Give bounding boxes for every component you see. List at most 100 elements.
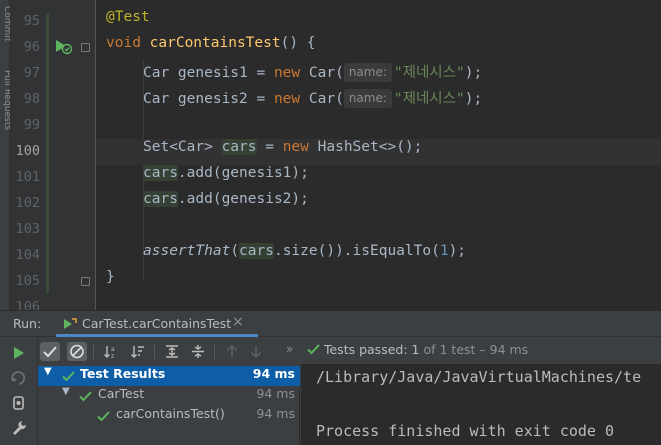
keyword-new: new [282, 139, 309, 155]
code-token: .add(genesis2); [177, 191, 309, 207]
run-tool-window: Run: CarTest.carContainsTest × a z » Tes… [0, 310, 661, 445]
keyword-new: new [273, 65, 301, 81]
line-number: 103 [15, 221, 40, 237]
run-config-tab[interactable]: CarTest.carContainsTest × [56, 311, 258, 337]
editor-gutter: 95 96 97 98 99 100 101 102 103 104 105 1… [10, 0, 96, 310]
test-results-tree[interactable]: ▼ Test Results 94 ms ▼ CarTest 94 ms car… [38, 364, 300, 445]
collapse-all-button[interactable] [188, 342, 208, 361]
variable-cars: cars [143, 191, 178, 207]
rerun-failed-icon[interactable] [10, 369, 28, 387]
line-number: 104 [15, 247, 40, 263]
tree-row-test-results[interactable]: ▼ Test Results 94 ms [38, 366, 300, 386]
test-annotation: @Test [106, 9, 150, 25]
more-toolbar-chevron-icon[interactable]: » [286, 342, 293, 356]
test-config-icon [64, 318, 77, 329]
tests-passed-label: Tests passed: [323, 342, 408, 357]
expand-all-button[interactable] [162, 342, 182, 361]
passed-check-icon [97, 411, 110, 422]
passed-check-icon [307, 344, 320, 355]
code-token: ); [464, 65, 483, 81]
svg-text:a: a [111, 346, 115, 353]
line-number: 106 [15, 299, 40, 310]
line-number: 95 [23, 13, 40, 29]
code-token: .size()).isEqualTo( [273, 243, 440, 259]
run-tab-label: CarTest.carContainsTest [82, 316, 232, 331]
code-token: Car genesis2 = [143, 91, 274, 107]
show-ignored-button[interactable] [67, 342, 87, 361]
code-token: Set<Car> [143, 139, 222, 155]
code-token: HashSet<>(); [308, 139, 423, 155]
tree-row-carcontainstest[interactable]: carContainsTest() 94 ms [38, 406, 300, 426]
close-icon[interactable]: × [232, 314, 244, 330]
closing-brace: } [106, 269, 115, 285]
method-name: carContainsTest [149, 35, 281, 51]
line-number: 96 [23, 39, 40, 55]
line-number: 97 [23, 65, 40, 81]
line-number: 105 [15, 273, 40, 289]
tests-passed-count: 1 [411, 342, 420, 357]
code-line-104: assertThat(cars.size()).isEqualTo(1); [143, 243, 661, 269]
tests-status: Tests passed: 1 of 1 test – 94 ms [307, 342, 528, 357]
code-line-105: } [106, 269, 661, 295]
code-token: () { [280, 35, 316, 51]
fold-marker-icon[interactable] [81, 277, 90, 286]
string-literal: "제네시스" [393, 91, 465, 107]
console-line: /Library/Java/JavaVirtualMachines/te [316, 368, 642, 386]
sort-by-duration-button[interactable] [128, 342, 148, 361]
sort-alphabetically-button[interactable]: az [101, 342, 121, 361]
variable-cars: cars [143, 165, 178, 181]
code-token: Car genesis1 = [143, 65, 274, 81]
keyword-void: void [106, 35, 141, 51]
console-line: Process finished with exit code 0 [316, 422, 615, 440]
code-token: .add(genesis1); [177, 165, 309, 181]
console-output[interactable]: /Library/Java/JavaVirtualMachines/te Pro… [301, 364, 661, 445]
run-test-gutter-icon[interactable] [54, 37, 74, 59]
tree-row-label: Test Results [80, 366, 166, 381]
assert-call: assertThat [143, 243, 231, 259]
tree-row-time: 94 ms [256, 406, 295, 421]
code-token: = [256, 139, 283, 155]
passed-check-icon [62, 371, 75, 382]
code-line-97: Car genesis1 = new Car(name: "제네시스"); [143, 61, 661, 87]
tree-row-label: carContainsTest() [116, 406, 225, 421]
previous-test-button[interactable] [222, 342, 242, 361]
variable-cars: cars [221, 139, 257, 155]
line-number: 99 [23, 117, 40, 133]
code-line-98: Car genesis2 = new Car(name: "제네시스"); [143, 87, 661, 113]
line-number: 100 [15, 143, 40, 159]
code-token: ( [230, 243, 240, 259]
string-literal: "제네시스" [393, 65, 465, 81]
run-header: Run: CarTest.carContainsTest × [0, 311, 661, 337]
parameter-hint: name: [343, 89, 392, 108]
tree-row-time: 94 ms [256, 386, 295, 401]
tree-row-cartest[interactable]: ▼ CarTest 94 ms [38, 386, 300, 406]
passed-check-icon [79, 391, 92, 402]
line-number: 98 [23, 91, 40, 107]
code-line-101: cars.add(genesis1); [143, 165, 661, 191]
fold-marker-icon[interactable] [81, 43, 90, 52]
number-literal: 1 [439, 243, 449, 259]
rerun-icon[interactable] [10, 344, 28, 362]
code-line-96: void carContainsTest() { [106, 35, 661, 61]
code-line-102: cars.add(genesis2); [143, 191, 661, 217]
wrench-icon[interactable] [10, 419, 28, 437]
line-number: 102 [15, 195, 40, 211]
chevron-down-icon[interactable]: ▼ [44, 366, 52, 377]
code-token: ); [448, 243, 467, 259]
code-editor[interactable]: 95 96 97 98 99 100 101 102 103 104 105 1… [10, 0, 661, 310]
line-number: 101 [15, 169, 40, 185]
code-token: ); [464, 91, 483, 107]
tree-row-time: 94 ms [252, 366, 295, 381]
parameter-hint: name: [343, 63, 392, 82]
svg-text:z: z [111, 353, 114, 359]
next-test-button[interactable] [246, 342, 266, 361]
restore-layout-icon[interactable] [10, 394, 28, 412]
code-line-100-current: Set<Car> cars = new HashSet<>(); [96, 139, 661, 165]
tests-passed-detail: of 1 test – 94 ms [423, 342, 529, 357]
chevron-down-icon[interactable]: ▼ [62, 386, 70, 397]
code-token: Car( [300, 91, 344, 107]
code-token: Car( [300, 65, 344, 81]
show-passed-button[interactable] [40, 342, 60, 361]
keyword-new: new [273, 91, 301, 107]
run-label: Run: [13, 316, 42, 331]
